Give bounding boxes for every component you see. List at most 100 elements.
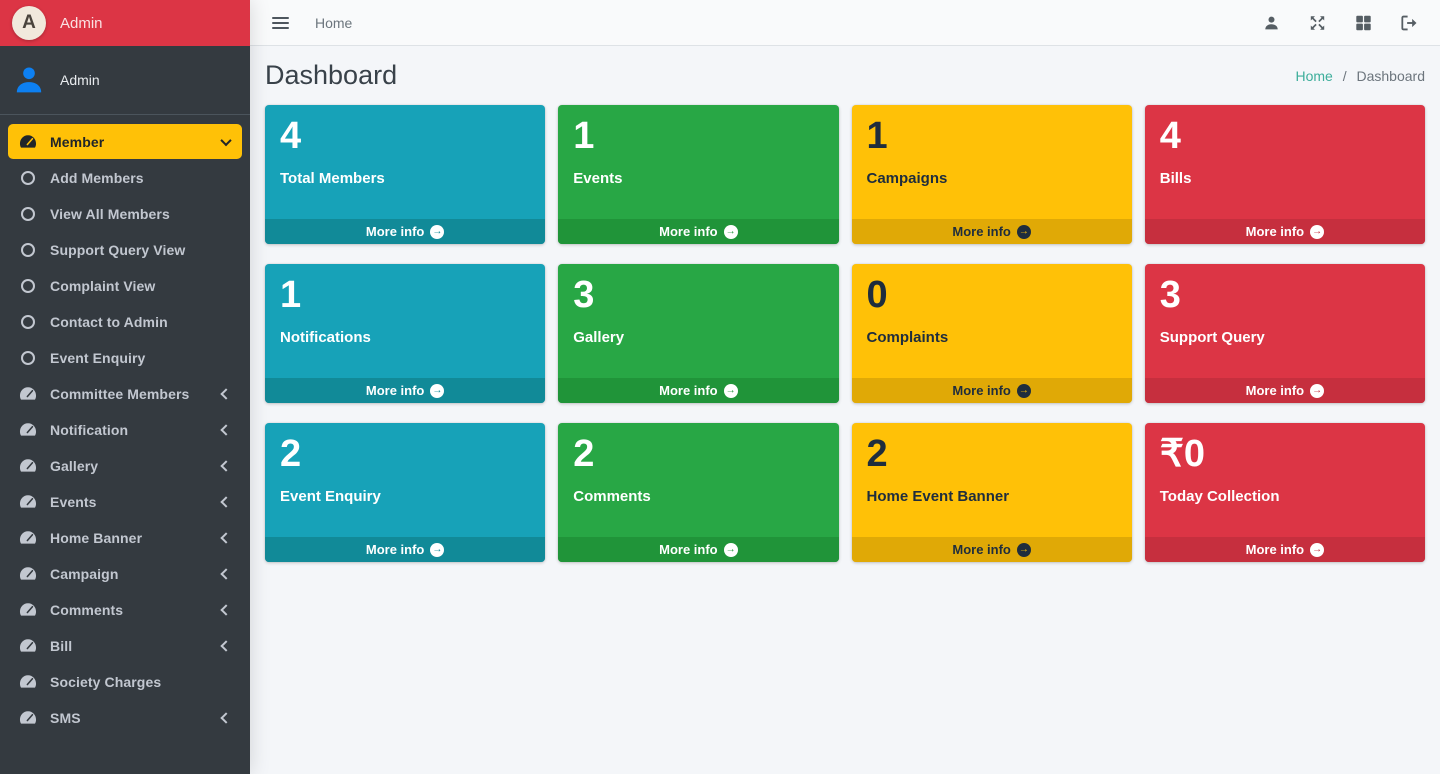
- more-info-label: More info: [659, 383, 718, 398]
- sidebar: A Admin Admin Member Add Members View All …: [0, 0, 250, 774]
- navbar-right-icons: [1263, 15, 1418, 31]
- arrow-circle-right-icon: →: [1310, 384, 1324, 398]
- sidebar-item-campaign[interactable]: Campaign: [8, 556, 242, 591]
- stat-label: Total Members: [280, 170, 530, 187]
- stat-card: 4Total MembersMore info→: [265, 105, 545, 244]
- sidebar-menu: Member Add Members View All MembersSupport…: [0, 124, 250, 735]
- arrow-circle-right-icon: →: [1310, 225, 1324, 239]
- sidebar-item-society-charges[interactable]: Society Charges: [8, 664, 242, 699]
- sidebar-item-view-all-members[interactable]: View All Members: [8, 196, 242, 231]
- sidebar-item-member[interactable]: Member: [8, 124, 242, 159]
- stat-card: 2Event EnquiryMore info→: [265, 423, 545, 562]
- tachometer-icon: [16, 710, 40, 725]
- grid-icon[interactable]: [1355, 15, 1372, 31]
- stat-label: Campaigns: [867, 170, 1117, 187]
- sidebar-item-event-enquiry[interactable]: Event Enquiry: [8, 340, 242, 375]
- sidebar-item-notification[interactable]: Notification: [8, 412, 242, 447]
- sidebar-item-complaint-view[interactable]: Complaint View: [8, 268, 242, 303]
- brand-header[interactable]: A Admin: [0, 0, 250, 46]
- sidebar-item-label: Add Members: [50, 170, 144, 186]
- sidebar-item-home-banner[interactable]: Home Banner: [8, 520, 242, 555]
- user-panel[interactable]: Admin: [0, 46, 250, 115]
- chevron-left-icon: [220, 424, 231, 435]
- stat-card: 1 Campaigns More info→: [852, 105, 1132, 244]
- menu-toggle-icon[interactable]: [272, 14, 289, 32]
- stat-value: 1: [867, 115, 1117, 159]
- arrow-circle-right-icon: →: [724, 543, 738, 557]
- stat-label: Events: [573, 170, 823, 187]
- more-info-label: More info: [1246, 383, 1305, 398]
- stat-card: ₹0Today Collection More info →: [1145, 423, 1425, 562]
- main-area: Home Dashboard Home / Dashboard 4Total M…: [250, 0, 1440, 774]
- chevron-left-icon: [220, 532, 231, 543]
- more-info-label: More info: [1246, 542, 1305, 557]
- more-info-link[interactable]: More info →: [1145, 537, 1425, 562]
- sidebar-item-label: Events: [50, 494, 97, 510]
- stat-value: 3: [573, 274, 823, 318]
- sidebar-item-label: Committee Members: [50, 386, 189, 402]
- sidebar-item-events[interactable]: Events: [8, 484, 242, 519]
- stat-card: 3 Support Query More info →: [1145, 264, 1425, 403]
- circle-icon: [16, 315, 40, 329]
- circle-icon: [16, 243, 40, 257]
- navbar-home-link[interactable]: Home: [315, 15, 352, 31]
- stat-card-body: 1 Campaigns: [852, 105, 1132, 219]
- more-info-link[interactable]: More info→: [558, 219, 838, 244]
- sign-out-icon[interactable]: [1401, 15, 1418, 31]
- stat-value: 3: [1160, 274, 1410, 318]
- sidebar-item-label: Comments: [50, 602, 123, 618]
- user-icon[interactable]: [1263, 15, 1280, 31]
- more-info-link[interactable]: More info →: [265, 219, 545, 244]
- more-info-link[interactable]: More info→: [265, 537, 545, 562]
- more-info-link[interactable]: More info →: [1145, 378, 1425, 403]
- arrow-circle-right-icon: →: [430, 225, 444, 239]
- tachometer-icon: [16, 530, 40, 545]
- more-info-link[interactable]: More info→: [558, 537, 838, 562]
- stat-card-body: ₹0Today Collection: [1145, 423, 1425, 537]
- stat-value: 4: [1160, 115, 1410, 159]
- arrow-circle-right-icon: →: [724, 225, 738, 239]
- sidebar-item-comments[interactable]: Comments: [8, 592, 242, 627]
- sidebar-item-label: Member: [50, 134, 104, 150]
- sidebar-item-committee-members[interactable]: Committee Members: [8, 376, 242, 411]
- stat-card-body: 0Complaints: [852, 264, 1132, 378]
- brand-logo-icon: A: [12, 6, 46, 40]
- more-info-link[interactable]: More info→: [852, 537, 1132, 562]
- expand-icon[interactable]: [1309, 15, 1326, 31]
- stat-card-body: 3 Support Query: [1145, 264, 1425, 378]
- breadcrumb-home-link[interactable]: Home: [1295, 68, 1332, 84]
- arrow-circle-right-icon: →: [1310, 543, 1324, 557]
- stat-card-body: 3Gallery: [558, 264, 838, 378]
- arrow-circle-right-icon: →: [430, 384, 444, 398]
- chevron-left-icon: [220, 496, 231, 507]
- tachometer-icon: [16, 422, 40, 437]
- chevron-left-icon: [220, 388, 231, 399]
- more-info-link[interactable]: More info→: [1145, 219, 1425, 244]
- sidebar-item-gallery[interactable]: Gallery: [8, 448, 242, 483]
- arrow-circle-right-icon: →: [1017, 543, 1031, 557]
- chevron-left-icon: [220, 568, 231, 579]
- sidebar-item-contact-to-admin[interactable]: Contact to Admin: [8, 304, 242, 339]
- more-info-link[interactable]: More info→: [852, 219, 1132, 244]
- more-info-link[interactable]: More info→: [852, 378, 1132, 403]
- stat-card-body: 1Notifications: [265, 264, 545, 378]
- sidebar-item-add-members[interactable]: Add Members: [8, 160, 242, 195]
- chevron-left-icon: [220, 460, 231, 471]
- sidebar-item-support-query-view[interactable]: Support Query View: [8, 232, 242, 267]
- sidebar-item-bill[interactable]: Bill: [8, 628, 242, 663]
- brand-title: Admin: [60, 15, 103, 32]
- stat-label: Complaints: [867, 329, 1117, 346]
- sidebar-item-label: Complaint View: [50, 278, 155, 294]
- chevron-left-icon: [220, 712, 231, 723]
- more-info-link[interactable]: More info →: [558, 378, 838, 403]
- stat-label: Support Query: [1160, 329, 1410, 346]
- sidebar-item-label: Bill: [50, 638, 72, 654]
- arrow-circle-right-icon: →: [724, 384, 738, 398]
- more-info-link[interactable]: More info→: [265, 378, 545, 403]
- tachometer-icon: [16, 566, 40, 581]
- top-navbar: Home: [250, 0, 1440, 46]
- stat-label: Home Event Banner: [867, 488, 1117, 505]
- stat-card: 4BillsMore info→: [1145, 105, 1425, 244]
- sidebar-item-sms[interactable]: SMS: [8, 700, 242, 735]
- more-info-label: More info: [366, 224, 425, 239]
